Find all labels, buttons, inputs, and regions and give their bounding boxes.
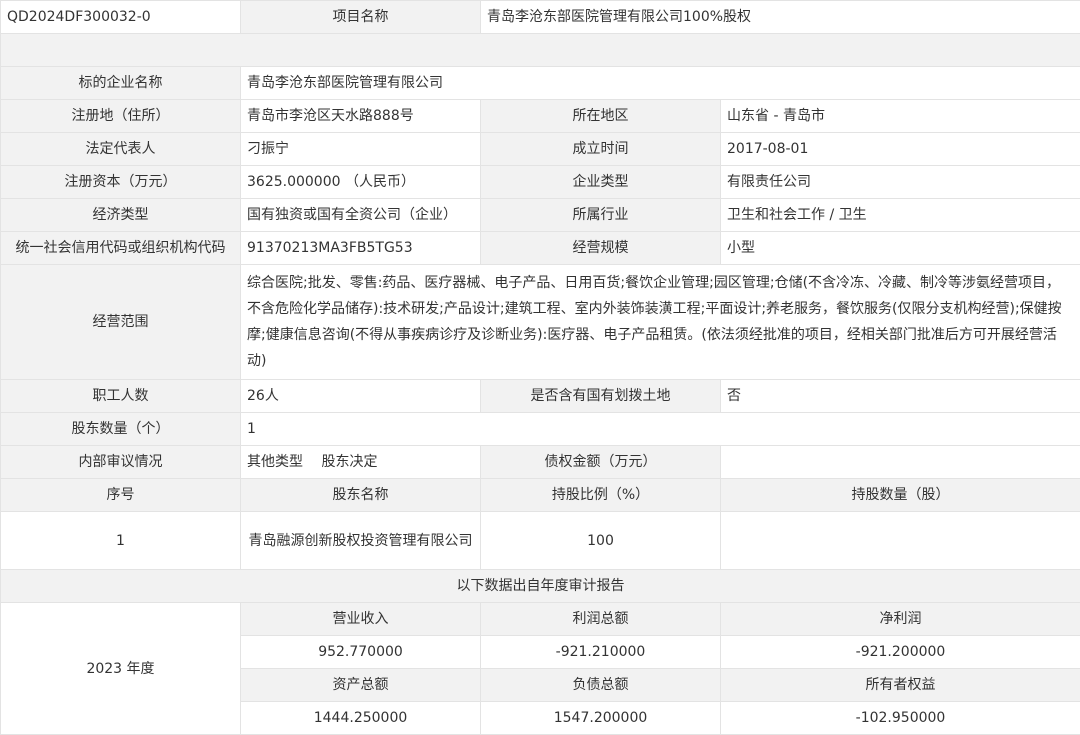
address-value: 青岛市李沧区天水路888号 bbox=[241, 100, 481, 133]
financial-header-row-1: 2023 年度 营业收入 利润总额 净利润 bbox=[1, 603, 1080, 636]
spacer-row bbox=[1, 34, 1080, 67]
shareholder-count-row: 股东数量（个） 1 bbox=[1, 413, 1080, 446]
legal-rep-row: 法定代表人 刁振宁 成立时间 2017-08-01 bbox=[1, 133, 1080, 166]
capital-row: 注册资本（万元） 3625.000000 （人民币） 企业类型 有限责任公司 bbox=[1, 166, 1080, 199]
net-profit-value: -921.200000 bbox=[721, 636, 1080, 669]
total-assets-value: 1444.250000 bbox=[241, 702, 481, 735]
credit-code-value: 91370213MA3FB5TG53 bbox=[241, 232, 481, 265]
shareholder-header-ratio: 持股比例（%） bbox=[481, 479, 721, 512]
owners-equity-value: -102.950000 bbox=[721, 702, 1080, 735]
company-type-label: 企业类型 bbox=[481, 166, 721, 199]
company-name-row: 标的企业名称 青岛李沧东部医院管理有限公司 bbox=[1, 67, 1080, 100]
total-profit-label: 利润总额 bbox=[481, 603, 721, 636]
capital-value: 3625.000000 （人民币） bbox=[241, 166, 481, 199]
shareholder-count-label: 股东数量（个） bbox=[1, 413, 241, 446]
founded-label: 成立时间 bbox=[481, 133, 721, 166]
scope-row: 经营范围 综合医院;批发、零售:药品、医疗器械、电子产品、日用百货;餐饮企业管理… bbox=[1, 265, 1080, 380]
employees-value: 26人 bbox=[241, 380, 481, 413]
shareholder-name: 青岛融源创新股权投资管理有限公司 bbox=[241, 512, 481, 570]
audit-row: 内部审议情况 其他类型 股东决定 债权金额（万元） bbox=[1, 446, 1080, 479]
total-liabilities-value: 1547.200000 bbox=[481, 702, 721, 735]
scope-label: 经营范围 bbox=[1, 265, 241, 380]
audit-value: 其他类型 股东决定 bbox=[241, 446, 481, 479]
shareholder-count-value: 1 bbox=[241, 413, 1080, 446]
economy-type-label: 经济类型 bbox=[1, 199, 241, 232]
region-label: 所在地区 bbox=[481, 100, 721, 133]
industry-label: 所属行业 bbox=[481, 199, 721, 232]
shareholder-quantity bbox=[721, 512, 1080, 570]
net-profit-label: 净利润 bbox=[721, 603, 1080, 636]
total-profit-value: -921.210000 bbox=[481, 636, 721, 669]
industry-value: 卫生和社会工作 / 卫生 bbox=[721, 199, 1080, 232]
land-value: 否 bbox=[721, 380, 1080, 413]
shareholder-ratio: 100 bbox=[481, 512, 721, 570]
founded-value: 2017-08-01 bbox=[721, 133, 1080, 166]
employees-row: 职工人数 26人 是否含有国有划拨土地 否 bbox=[1, 380, 1080, 413]
legal-rep-value: 刁振宁 bbox=[241, 133, 481, 166]
address-row: 注册地（住所） 青岛市李沧区天水路888号 所在地区 山东省 - 青岛市 bbox=[1, 100, 1080, 133]
credit-code-row: 统一社会信用代码或组织机构代码 91370213MA3FB5TG53 经营规模 … bbox=[1, 232, 1080, 265]
debt-value bbox=[721, 446, 1080, 479]
debt-label: 债权金额（万元） bbox=[481, 446, 721, 479]
legal-rep-label: 法定代表人 bbox=[1, 133, 241, 166]
shareholder-header-index: 序号 bbox=[1, 479, 241, 512]
total-liabilities-label: 负债总额 bbox=[481, 669, 721, 702]
audit-label: 内部审议情况 bbox=[1, 446, 241, 479]
shareholder-header-quantity: 持股数量（股） bbox=[721, 479, 1080, 512]
financial-year: 2023 年度 bbox=[1, 603, 241, 735]
project-name-label: 项目名称 bbox=[241, 1, 481, 34]
project-name: 青岛李沧东部医院管理有限公司100%股权 bbox=[481, 1, 1080, 34]
region-value: 山东省 - 青岛市 bbox=[721, 100, 1080, 133]
land-label: 是否含有国有划拨土地 bbox=[481, 380, 721, 413]
employees-label: 职工人数 bbox=[1, 380, 241, 413]
header-row: QD2024DF300032-0 项目名称 青岛李沧东部医院管理有限公司100%… bbox=[1, 1, 1080, 34]
shareholder-header-row: 序号 股东名称 持股比例（%） 持股数量（股） bbox=[1, 479, 1080, 512]
scale-value: 小型 bbox=[721, 232, 1080, 265]
owners-equity-label: 所有者权益 bbox=[721, 669, 1080, 702]
scope-value: 综合医院;批发、零售:药品、医疗器械、电子产品、日用百货;餐饮企业管理;园区管理… bbox=[241, 265, 1080, 380]
total-assets-label: 资产总额 bbox=[241, 669, 481, 702]
project-code: QD2024DF300032-0 bbox=[1, 1, 241, 34]
revenue-label: 营业收入 bbox=[241, 603, 481, 636]
company-name-label: 标的企业名称 bbox=[1, 67, 241, 100]
company-type-value: 有限责任公司 bbox=[721, 166, 1080, 199]
economy-type-value: 国有独资或国有全资公司（企业） bbox=[241, 199, 481, 232]
equity-info-table: QD2024DF300032-0 项目名称 青岛李沧东部医院管理有限公司100%… bbox=[0, 0, 1080, 735]
table-row: 1 青岛融源创新股权投资管理有限公司 100 bbox=[1, 512, 1080, 570]
company-name: 青岛李沧东部医院管理有限公司 bbox=[241, 67, 1080, 100]
scale-label: 经营规模 bbox=[481, 232, 721, 265]
source-note-row: 以下数据出自年度审计报告 bbox=[1, 570, 1080, 603]
economy-type-row: 经济类型 国有独资或国有全资公司（企业） 所属行业 卫生和社会工作 / 卫生 bbox=[1, 199, 1080, 232]
credit-code-label: 统一社会信用代码或组织机构代码 bbox=[1, 232, 241, 265]
address-label: 注册地（住所） bbox=[1, 100, 241, 133]
revenue-value: 952.770000 bbox=[241, 636, 481, 669]
capital-label: 注册资本（万元） bbox=[1, 166, 241, 199]
shareholder-header-name: 股东名称 bbox=[241, 479, 481, 512]
financial-source-note: 以下数据出自年度审计报告 bbox=[1, 570, 1080, 603]
shareholder-index: 1 bbox=[1, 512, 241, 570]
section-spacer bbox=[1, 34, 1080, 67]
